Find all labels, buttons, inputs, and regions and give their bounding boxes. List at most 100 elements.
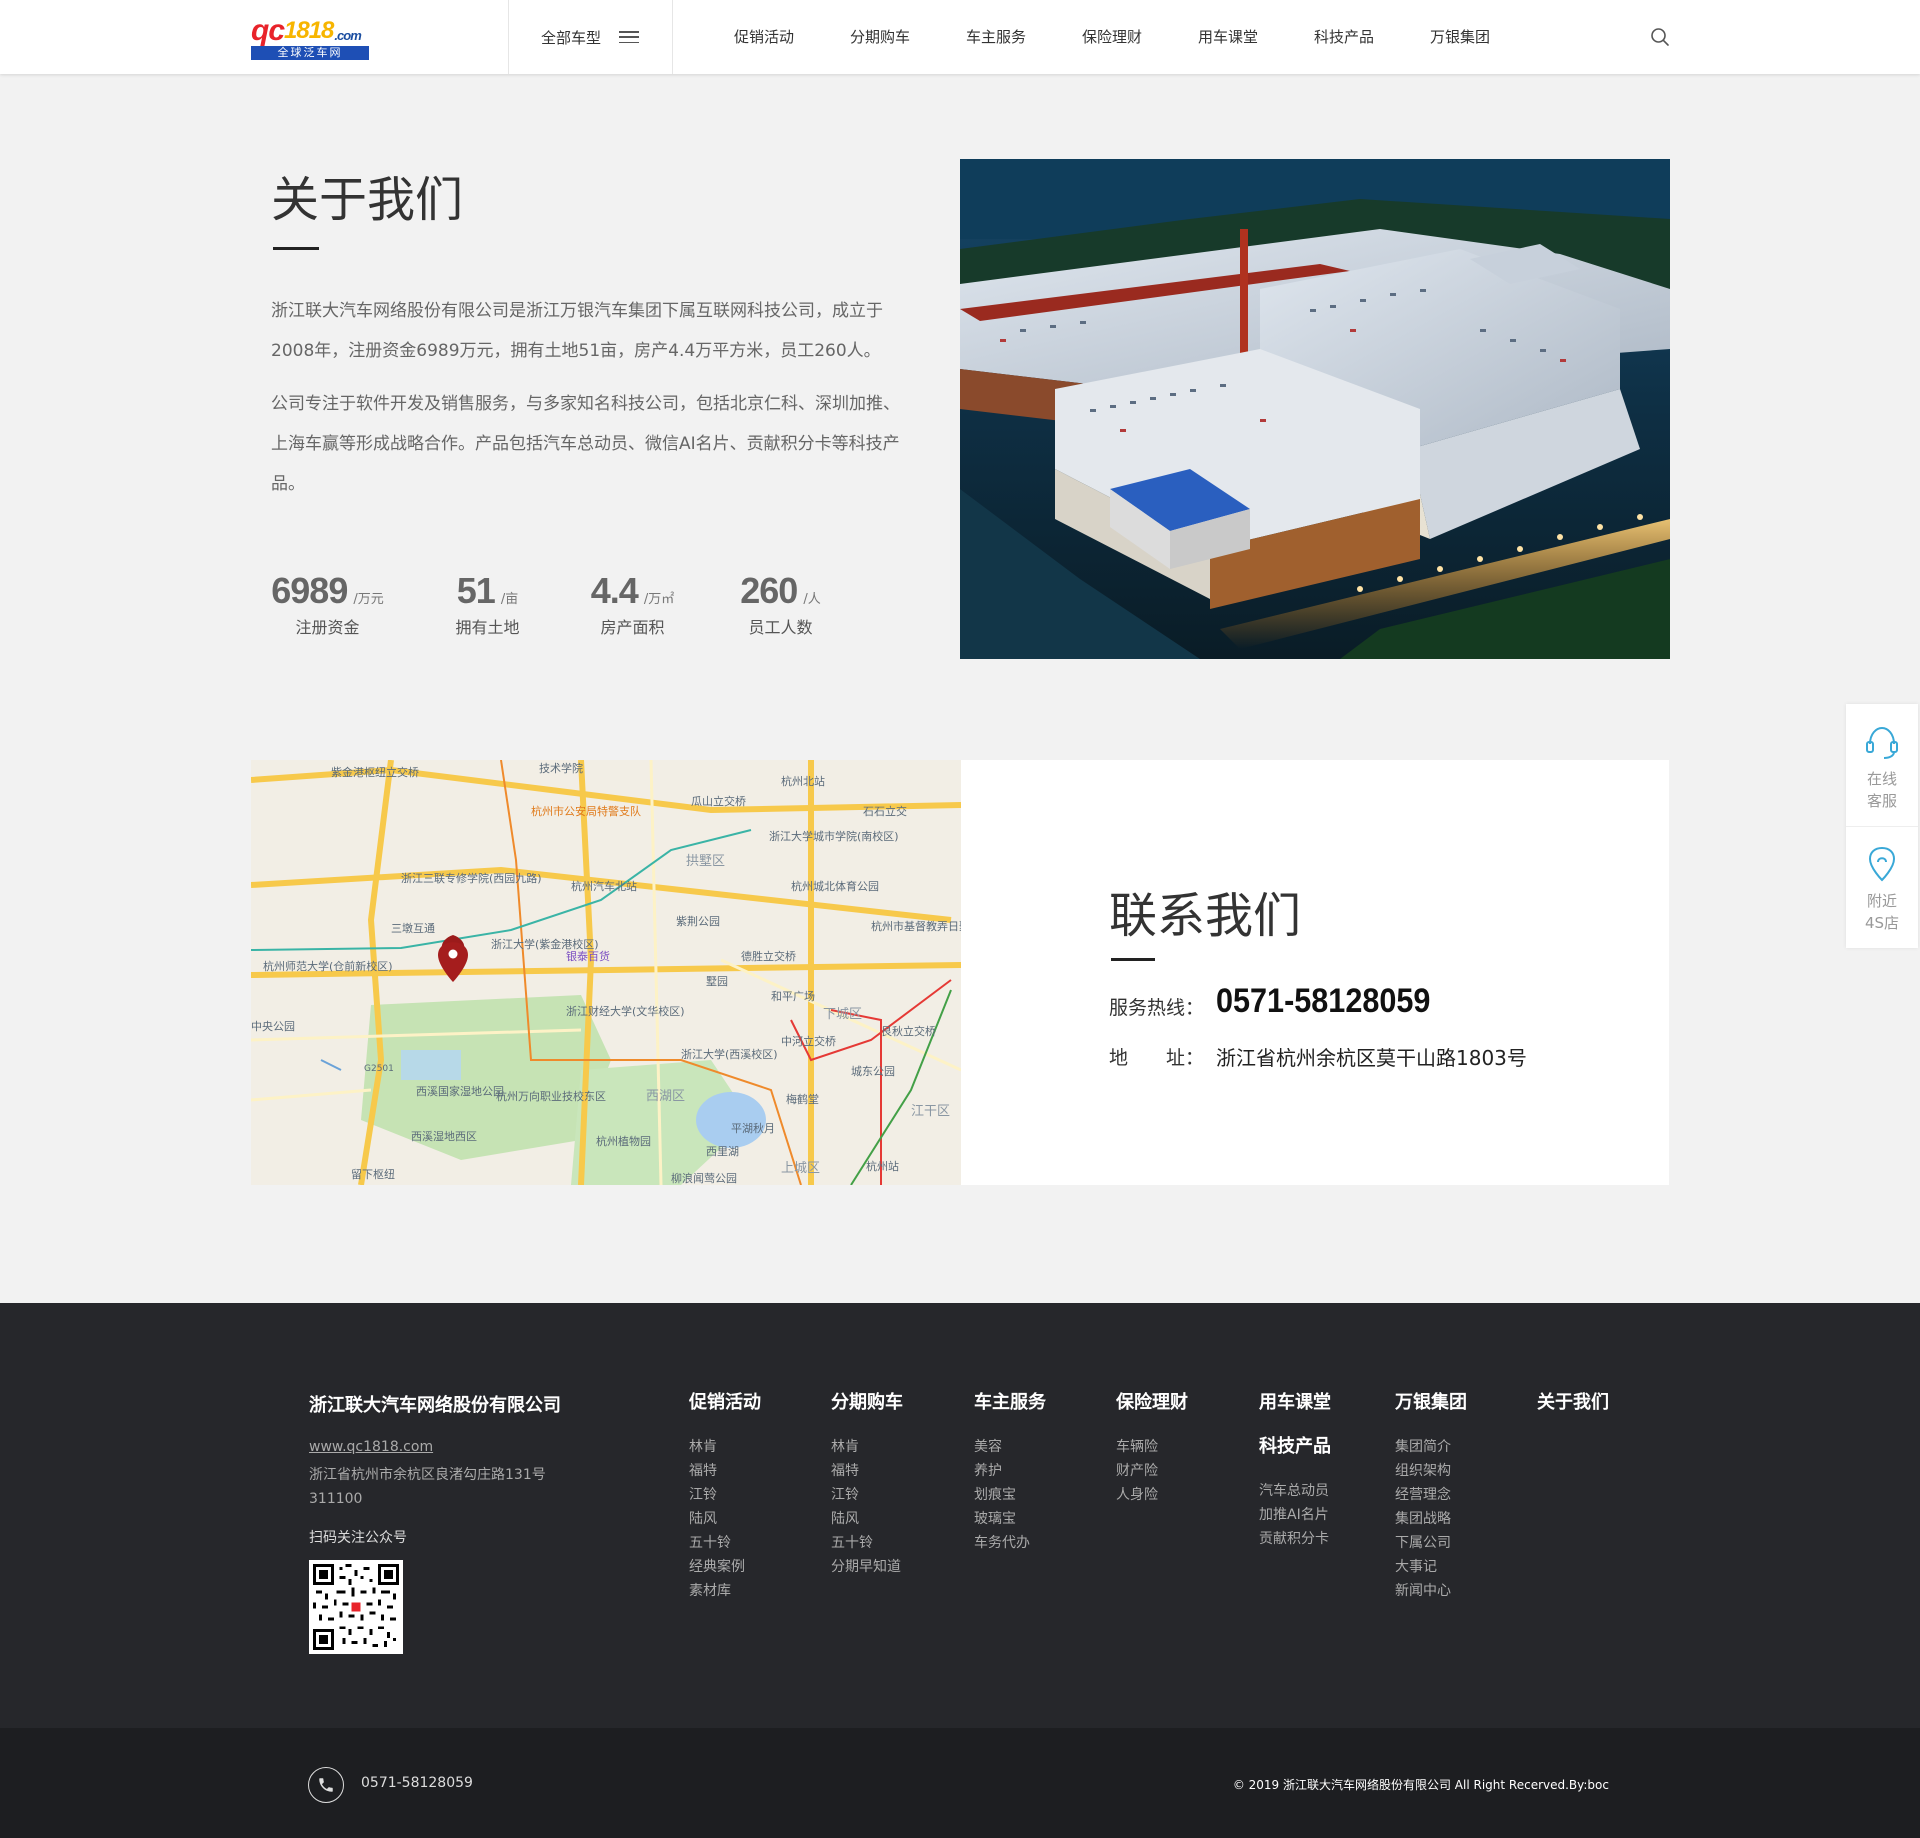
- footer-link[interactable]: 林肯: [689, 1435, 761, 1459]
- map-label: 和平广场: [771, 989, 815, 1003]
- location-map[interactable]: 紫金港枢纽立交桥 技术学院 杭州北站 杭州市公安局特警支队 瓜山立交桥 石石立交…: [251, 760, 961, 1185]
- hotline-number[interactable]: 0571-58128059: [1216, 982, 1430, 1021]
- stat-land: 51/亩 拥有土地: [430, 570, 545, 638]
- footer-link[interactable]: 陆风: [689, 1507, 761, 1531]
- footer-link[interactable]: 划痕宝: [974, 1483, 1046, 1507]
- map-label: 杭州师范大学(仓前新校区): [263, 959, 393, 973]
- footer-link[interactable]: 加推AI名片: [1259, 1503, 1331, 1527]
- nav-tech-products[interactable]: 科技产品: [1286, 0, 1402, 74]
- map-label: 平湖秋月: [731, 1121, 775, 1135]
- bottom-bar: 0571-58128059 © 2019 浙江联大汽车网络股份有限公司 All …: [0, 1728, 1920, 1838]
- footer-link[interactable]: 林肯: [831, 1435, 903, 1459]
- logo-qc: qc: [251, 14, 285, 47]
- wechat-qr-code: [309, 1560, 403, 1654]
- float-label: 4S店: [1864, 914, 1900, 932]
- footer-link[interactable]: 车辆险: [1116, 1435, 1188, 1459]
- stat-unit: /人: [803, 592, 821, 607]
- footer-link[interactable]: 福特: [831, 1459, 903, 1483]
- map-label: 留下枢纽: [351, 1167, 395, 1181]
- address-value: 浙江省杭州余杭区莫干山路1803号: [1216, 1046, 1527, 1070]
- footer-link[interactable]: 五十铃: [689, 1531, 761, 1555]
- footer-col-group: 万银集团 集团简介 组织架构 经营理念 集团战略 下属公司 大事记 新闻中心: [1395, 1391, 1467, 1603]
- nav-owner-service[interactable]: 车主服务: [938, 0, 1054, 74]
- site-logo[interactable]: qc1818.com 全球泛车网: [251, 16, 369, 60]
- map-label: 杭州万向职业技校东区: [496, 1089, 606, 1103]
- map-label: 杭州北站: [781, 774, 825, 788]
- map-label: 艮秋立交桥: [881, 1024, 936, 1038]
- nav-insurance[interactable]: 保险理财: [1054, 0, 1170, 74]
- map-label: 浙江财经大学(文华校区): [566, 1004, 685, 1018]
- footer-link[interactable]: 五十铃: [831, 1531, 903, 1555]
- footer-link[interactable]: 下属公司: [1395, 1531, 1467, 1555]
- footer-link[interactable]: 经典案例: [689, 1555, 761, 1579]
- footer-col-insurance: 保险理财 车辆险 财产险 人身险: [1116, 1391, 1188, 1507]
- location-icon: [1868, 846, 1896, 882]
- bottom-phone-number: 0571-58128059: [361, 1775, 473, 1791]
- footer-link[interactable]: 人身险: [1116, 1483, 1188, 1507]
- footer-link[interactable]: 集团简介: [1395, 1435, 1467, 1459]
- map-label: 德胜立交桥: [741, 949, 796, 963]
- map-label: 杭州站: [866, 1159, 899, 1173]
- footer-link[interactable]: 经营理念: [1395, 1483, 1467, 1507]
- footer-col-title[interactable]: 用车课堂: [1259, 1391, 1331, 1415]
- footer-site-link[interactable]: www.qc1818.com: [309, 1439, 433, 1455]
- online-service-button[interactable]: 在线 客服: [1846, 704, 1918, 826]
- map-label: 三墩互通: [391, 921, 435, 935]
- nav-wanyin-group[interactable]: 万银集团: [1402, 0, 1518, 74]
- map-label: 杭州城北体育公园: [791, 879, 879, 893]
- footer-company-name: 浙江联大汽车网络股份有限公司: [309, 1395, 561, 1416]
- footer-link[interactable]: 素材库: [689, 1579, 761, 1603]
- map-label: 下城区: [823, 1007, 862, 1022]
- nav-car-class[interactable]: 用车课堂: [1170, 0, 1286, 74]
- about-paragraph-1: 浙江联大汽车网络股份有限公司是浙江万银汽车集团下属互联网科技公司，成立于2008…: [271, 301, 883, 361]
- map-label: 杭州植物园: [596, 1134, 651, 1148]
- float-label: 附近: [1866, 892, 1897, 910]
- logo-brand: qc1818.com: [251, 14, 362, 47]
- map-label: 杭州市公安局特警支队: [531, 804, 641, 818]
- footer-col-title[interactable]: 保险理财: [1116, 1391, 1188, 1415]
- footer-col-title[interactable]: 车主服务: [974, 1391, 1046, 1415]
- footer-link[interactable]: 车务代办: [974, 1531, 1046, 1555]
- footer-link[interactable]: 福特: [689, 1459, 761, 1483]
- all-models-button[interactable]: 全部车型: [508, 0, 672, 74]
- floating-service-bar: 在线 客服 附近 4S店: [1846, 704, 1918, 948]
- footer-link[interactable]: 大事记: [1395, 1555, 1467, 1579]
- about-paragraph-2: 公司专注于软件开发及销售服务，与多家知名科技公司，包括北京仁科、深圳加推、上海车…: [271, 394, 900, 494]
- footer-link[interactable]: 贡献积分卡: [1259, 1527, 1331, 1551]
- footer-link[interactable]: 玻璃宝: [974, 1507, 1046, 1531]
- footer-link[interactable]: 美容: [974, 1435, 1046, 1459]
- footer-link[interactable]: 养护: [974, 1459, 1046, 1483]
- map-label: 西溪湿地西区: [411, 1130, 477, 1143]
- footer-link[interactable]: 集团战略: [1395, 1507, 1467, 1531]
- stat-label: 房产面积: [600, 618, 665, 637]
- copyright-text: © 2019 浙江联大汽车网络股份有限公司 All Right Recerved…: [1232, 1778, 1609, 1792]
- company-stats: 6989/万元 注册资金 51/亩 拥有土地 4.4/万㎡ 房产面积 260/人…: [270, 570, 838, 638]
- footer-link[interactable]: 组织架构: [1395, 1459, 1467, 1483]
- footer-col-title[interactable]: 促销活动: [689, 1391, 761, 1415]
- footer-col-title[interactable]: 万银集团: [1395, 1391, 1467, 1415]
- footer-link[interactable]: 江铃: [689, 1483, 761, 1507]
- nearby-4s-button[interactable]: 附近 4S店: [1846, 826, 1918, 948]
- stat-number: 51: [456, 570, 496, 611]
- footer-col-title[interactable]: 科技产品: [1259, 1435, 1331, 1459]
- stat-number: 260: [740, 570, 798, 611]
- main-nav: 促销活动 分期购车 车主服务 保险理财 用车课堂 科技产品 万银集团: [706, 0, 1518, 74]
- footer-link[interactable]: 汽车总动员: [1259, 1479, 1331, 1503]
- footer-link[interactable]: 江铃: [831, 1483, 903, 1507]
- map-label: 浙江大学(紫金港校区): [491, 937, 599, 951]
- site-footer: 浙江联大汽车网络股份有限公司 www.qc1818.com 浙江省杭州市余杭区良…: [0, 1303, 1920, 1728]
- nav-installment[interactable]: 分期购车: [822, 0, 938, 74]
- footer-link[interactable]: 财产险: [1116, 1459, 1188, 1483]
- map-label: 浙江大学城市学院(南校区): [769, 829, 899, 843]
- footer-link[interactable]: 新闻中心: [1395, 1579, 1467, 1603]
- map-label: 银泰百货: [566, 949, 610, 963]
- float-label: 在线: [1866, 770, 1897, 788]
- footer-link[interactable]: 陆风: [831, 1507, 903, 1531]
- search-icon[interactable]: [1650, 27, 1670, 47]
- about-title: 关于我们: [271, 172, 464, 228]
- footer-col-title[interactable]: 关于我们: [1537, 1391, 1609, 1415]
- nav-promotions[interactable]: 促销活动: [706, 0, 822, 74]
- footer-col-title[interactable]: 分期购车: [831, 1391, 903, 1415]
- footer-link[interactable]: 分期早知道: [831, 1555, 903, 1579]
- map-label: 西里湖: [706, 1145, 739, 1158]
